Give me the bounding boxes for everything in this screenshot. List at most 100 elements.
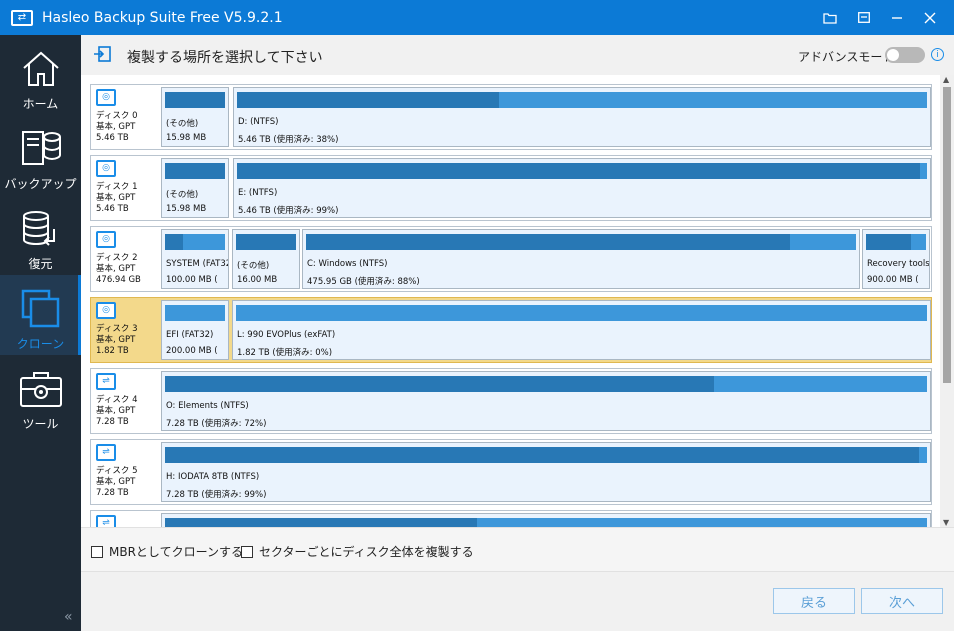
partition-name: (その他) bbox=[237, 261, 270, 271]
partition-usage-bar bbox=[165, 518, 927, 527]
partition-usage-fill bbox=[165, 234, 183, 250]
disk-info: ◎ ディスク 1 基本, GPT 5.46 TB bbox=[92, 157, 160, 219]
disk-name: ディスク 4 bbox=[96, 395, 138, 405]
disk-info: ⇌ ディスク 4 基本, GPT 7.28 TB bbox=[92, 370, 160, 432]
disk-name: ディスク 1 bbox=[96, 182, 138, 192]
disk-name: ディスク 2 bbox=[96, 253, 138, 263]
usb-disk-icon: ⇌ bbox=[96, 444, 116, 461]
partition-block[interactable]: O: Elements (NTFS) 7.28 TB (使用済み: 72%) bbox=[161, 371, 931, 431]
partition-name: L: 990 EVOPlus (exFAT) bbox=[237, 330, 336, 340]
disk-row[interactable]: ⇌ bbox=[90, 510, 932, 527]
scroll-down-icon[interactable]: ▼ bbox=[943, 518, 949, 527]
partition-usage-bar bbox=[237, 163, 927, 179]
partition-block[interactable]: (その他) 16.00 MB bbox=[232, 229, 300, 289]
next-button[interactable]: 次へ bbox=[861, 588, 943, 614]
disk-info: ◎ ディスク 0 基本, GPT 5.46 TB bbox=[92, 86, 160, 148]
info-icon[interactable]: i bbox=[931, 48, 944, 61]
sidebar-item-label: 復元 bbox=[28, 257, 53, 271]
partition-usage-fill bbox=[165, 447, 920, 463]
disk-row[interactable]: ◎ ディスク 1 基本, GPT 5.46 TB (その他) 15.98 MB E: (NT… bbox=[90, 155, 932, 221]
mbr-clone-checkbox[interactable] bbox=[91, 545, 103, 558]
partition-name: SYSTEM (FAT32) bbox=[166, 259, 229, 269]
scroll-up-icon[interactable]: ▲ bbox=[943, 75, 949, 84]
disk-size: 5.46 TB bbox=[96, 204, 129, 214]
disk-row[interactable]: ◎ ディスク 3 基本, GPT 1.82 TB EFI (FAT32) 200.00 M… bbox=[90, 297, 932, 363]
partition-size: 5.46 TB (使用済み: 99%) bbox=[238, 206, 339, 216]
usb-disk-icon: ⇌ bbox=[96, 515, 116, 527]
partition-block[interactable]: EFI (FAT32) 200.00 MB ( bbox=[161, 300, 229, 360]
disk-type: 基本, GPT bbox=[96, 477, 136, 487]
disk-type: 基本, GPT bbox=[96, 193, 136, 203]
sector-clone-label: セクターごとにディスク全体を複製する bbox=[259, 545, 474, 559]
disk-icon: ◎ bbox=[96, 231, 116, 248]
mbr-clone-option[interactable]: MBRとしてクローンする bbox=[91, 543, 243, 560]
partition-usage-bar bbox=[165, 305, 225, 321]
disk-row[interactable]: ◎ ディスク 0 基本, GPT 5.46 TB (その他) 15.98 MB D: (NT… bbox=[90, 84, 932, 150]
disk-type: 基本, GPT bbox=[96, 335, 136, 345]
scrollbar-thumb[interactable] bbox=[943, 87, 951, 383]
partition-block[interactable]: H: IODATA 8TB (NTFS) 7.28 TB (使用済み: 99%) bbox=[161, 442, 931, 502]
advanced-mode-label: アドバンスモード bbox=[798, 50, 895, 64]
partition-name: D: (NTFS) bbox=[238, 117, 279, 127]
sidebar: ホーム バックアップ 復元 クローン ツール « bbox=[0, 35, 81, 631]
partition-block[interactable]: Recovery tools 900.00 MB ( bbox=[862, 229, 930, 289]
sidebar-item-label: クローン bbox=[16, 337, 65, 351]
disk-row[interactable]: ◎ ディスク 2 基本, GPT 476.94 GB SYSTEM (FAT32) 100… bbox=[90, 226, 932, 292]
clone-icon bbox=[19, 287, 63, 331]
maximize-icon[interactable] bbox=[847, 0, 880, 35]
sidebar-item-backup[interactable]: バックアップ bbox=[0, 115, 81, 195]
disk-list-scrollbar[interactable]: ▲ ▼ bbox=[940, 75, 954, 527]
minimize-icon[interactable] bbox=[880, 0, 913, 35]
sidebar-item-restore[interactable]: 復元 bbox=[0, 195, 81, 275]
partition-size: 200.00 MB ( bbox=[166, 346, 218, 356]
partition-name: O: Elements (NTFS) bbox=[166, 401, 249, 411]
collapse-sidebar-icon[interactable]: « bbox=[64, 609, 73, 625]
partition-block[interactable]: SYSTEM (FAT32) 100.00 MB ( bbox=[161, 229, 229, 289]
disk-row[interactable]: ⇌ ディスク 4 基本, GPT 7.28 TB O: Elements (NTFS) 7… bbox=[90, 368, 932, 434]
disk-list: ◎ ディスク 0 基本, GPT 5.46 TB (その他) 15.98 MB D: (NT… bbox=[81, 75, 954, 527]
partition-usage-bar bbox=[165, 92, 225, 108]
sector-clone-checkbox[interactable] bbox=[241, 545, 253, 558]
mbr-clone-label: MBRとしてクローンする bbox=[109, 545, 243, 559]
advanced-mode-toggle[interactable] bbox=[885, 47, 925, 63]
partition-usage-fill bbox=[165, 163, 225, 179]
disk-row[interactable]: ⇌ ディスク 5 基本, GPT 7.28 TB H: IODATA 8TB (NTFS… bbox=[90, 439, 932, 505]
close-icon[interactable] bbox=[913, 0, 946, 35]
sidebar-item-tools[interactable]: ツール bbox=[0, 355, 81, 435]
restore-icon bbox=[19, 207, 63, 251]
partition-usage-fill bbox=[237, 163, 921, 179]
partition-size: 16.00 MB bbox=[237, 275, 278, 285]
sidebar-item-label: ホーム bbox=[22, 97, 59, 111]
partition-block[interactable]: (その他) 15.98 MB bbox=[161, 87, 229, 147]
partition-size: 100.00 MB ( bbox=[166, 275, 218, 285]
disk-info: ◎ ディスク 2 基本, GPT 476.94 GB bbox=[92, 228, 160, 290]
partition-size: 475.95 GB (使用済み: 88%) bbox=[307, 277, 420, 287]
disk-icon: ◎ bbox=[96, 160, 116, 177]
disk-size: 7.28 TB bbox=[96, 417, 129, 427]
sidebar-item-home[interactable]: ホーム bbox=[0, 35, 81, 115]
folder-open-icon[interactable] bbox=[814, 0, 847, 35]
page-title: 複製する場所を選択して下さい bbox=[127, 50, 323, 66]
disk-name: ディスク 0 bbox=[96, 111, 138, 121]
usb-disk-icon: ⇌ bbox=[96, 373, 116, 390]
partition-usage-bar bbox=[165, 376, 927, 392]
partition-usage-fill bbox=[237, 92, 500, 108]
partition-name: H: IODATA 8TB (NTFS) bbox=[166, 472, 260, 482]
partition-block[interactable]: (その他) 15.98 MB bbox=[161, 158, 229, 218]
partition-block[interactable]: C: Windows (NTFS) 475.95 GB (使用済み: 88%) bbox=[302, 229, 860, 289]
back-button[interactable]: 戻る bbox=[773, 588, 855, 614]
disk-size: 7.28 TB bbox=[96, 488, 129, 498]
partition-block[interactable]: E: (NTFS) 5.46 TB (使用済み: 99%) bbox=[233, 158, 931, 218]
partition-size: 15.98 MB bbox=[166, 204, 207, 214]
partition-block[interactable] bbox=[161, 513, 931, 527]
partition-block[interactable]: L: 990 EVOPlus (exFAT) 1.82 TB (使用済み: 0%) bbox=[232, 300, 931, 360]
partition-block[interactable]: D: (NTFS) 5.46 TB (使用済み: 38%) bbox=[233, 87, 931, 147]
partition-name: EFI (FAT32) bbox=[166, 330, 214, 340]
sector-clone-option[interactable]: セクターごとにディスク全体を複製する bbox=[241, 543, 474, 560]
partition-usage-bar bbox=[236, 305, 927, 321]
clone-target-icon bbox=[93, 46, 111, 62]
partition-usage-bar bbox=[236, 234, 296, 250]
title-bar: ⇄ Hasleo Backup Suite Free V5.9.2.1 bbox=[0, 0, 954, 35]
sidebar-item-clone[interactable]: クローン bbox=[0, 275, 81, 355]
partition-size: 7.28 TB (使用済み: 72%) bbox=[166, 419, 267, 429]
